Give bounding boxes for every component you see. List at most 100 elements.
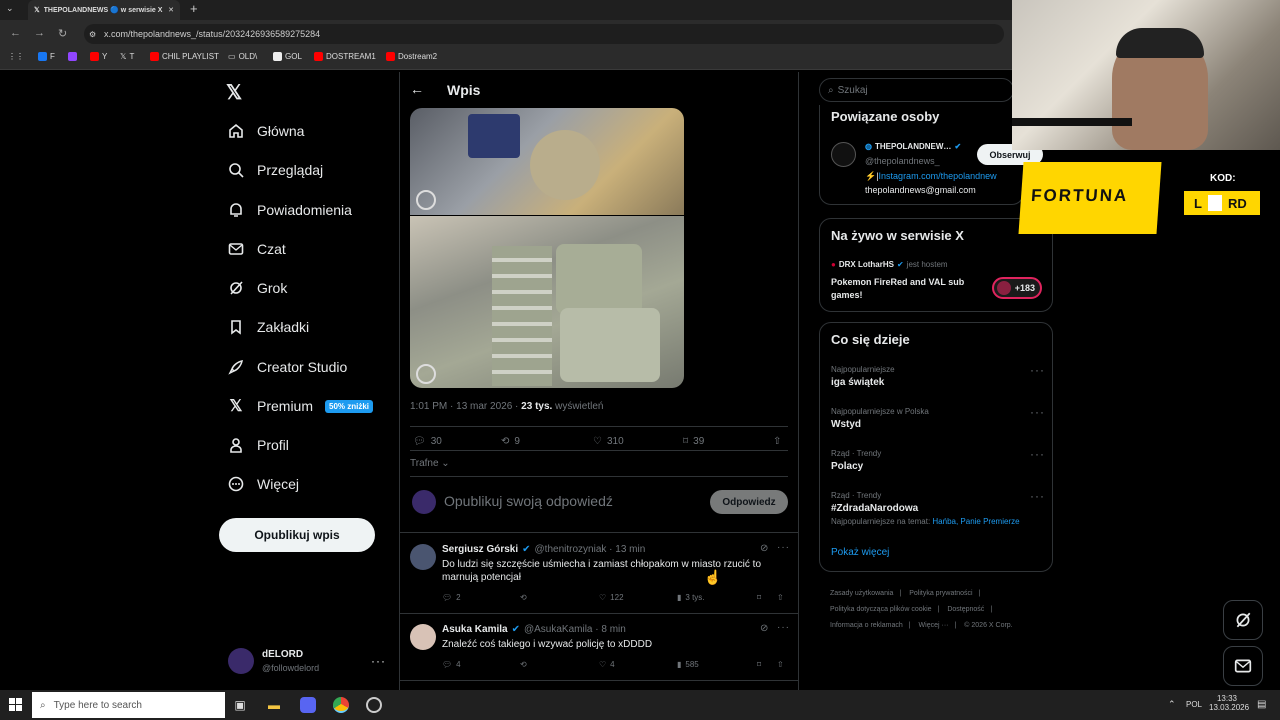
avatar[interactable]: [410, 544, 436, 570]
repost-button[interactable]: ⟲: [520, 593, 527, 602]
trend-item[interactable]: Rząd · Trendy #ZdradaNarodowa Najpopular…: [831, 491, 1051, 526]
post-media[interactable]: [410, 108, 684, 388]
live-host-row[interactable]: ● DRX LotharHS ✔ jest hostem: [831, 260, 948, 269]
bookmark-t[interactable]: 𝕏T: [120, 52, 134, 61]
more-icon[interactable]: ···: [1030, 405, 1045, 419]
close-icon[interactable]: ✕: [168, 6, 174, 14]
post-button[interactable]: Opublikuj wpis: [219, 518, 375, 552]
trend-item[interactable]: Najpopularniejsze iga świątek: [831, 365, 895, 388]
nav-home[interactable]: Główna: [227, 120, 304, 142]
trend-links[interactable]: Hańba, Panie Premierze: [932, 517, 1019, 526]
bookmark-button[interactable]: ⌑ 39: [683, 436, 704, 447]
bookmark-f[interactable]: F: [38, 52, 55, 61]
grok-icon[interactable]: ⊘: [760, 543, 768, 554]
reply-author[interactable]: Sergiusz Górski: [442, 544, 518, 555]
chrome-icon[interactable]: [333, 697, 349, 713]
views-button[interactable]: ▮ 585: [677, 660, 699, 669]
more-icon[interactable]: ···: [777, 622, 790, 633]
share-icon[interactable]: ⇧: [773, 436, 781, 447]
repost-button[interactable]: ⟲: [520, 660, 527, 669]
bookmark-icon[interactable]: ⌑: [757, 660, 761, 669]
live-listeners-badge[interactable]: +183: [992, 277, 1042, 299]
bookmark-dostream1[interactable]: DOSTREAM1: [314, 52, 376, 61]
like-button[interactable]: ♡ 4: [599, 660, 615, 669]
search-input[interactable]: ⌕ Szukaj: [819, 78, 1014, 102]
nav-bookmarks[interactable]: Zakładki: [227, 316, 309, 338]
back-icon[interactable]: ←: [10, 27, 21, 39]
more-icon[interactable]: ···: [777, 542, 790, 553]
account-name[interactable]: dELORD: [262, 649, 303, 660]
windows-start-icon[interactable]: [9, 698, 22, 711]
footer-link[interactable]: Informacja o reklamach: [830, 622, 903, 629]
x-logo-icon[interactable]: 𝕏: [226, 80, 242, 105]
tray-chevron-icon[interactable]: ⌃: [1168, 699, 1176, 710]
account-menu-icon[interactable]: ···: [371, 654, 386, 668]
nav-premium[interactable]: 𝕏 Premium 50% zniżki: [227, 395, 374, 417]
new-tab-icon[interactable]: +: [190, 1, 198, 16]
reply-reply-button[interactable]: 💬︎ 4: [442, 660, 461, 669]
like-button[interactable]: ♡ 310: [593, 436, 624, 447]
more-icon[interactable]: ···: [1030, 489, 1045, 503]
sort-dropdown[interactable]: Trafne ⌄: [410, 458, 450, 469]
bookmark-twitch[interactable]: [68, 52, 77, 61]
reply-button[interactable]: 💬︎ 30: [413, 436, 442, 447]
nav-notifications[interactable]: Powiadomienia: [227, 199, 352, 221]
views-button[interactable]: ▮ 3 tys.: [677, 593, 705, 602]
list-item[interactable]: Asuka Kamila ✔ @AsukaKamila · 8 min ⊘ ··…: [400, 614, 798, 680]
nav-more[interactable]: Więcej: [227, 473, 299, 495]
language-indicator[interactable]: POL: [1186, 700, 1202, 709]
back-arrow-icon[interactable]: ←: [410, 81, 424, 97]
reply-submit-button[interactable]: Odpowiedz: [710, 490, 788, 514]
grok-float-button[interactable]: [1223, 600, 1263, 640]
post-image-2[interactable]: [410, 216, 684, 388]
notifications-icon[interactable]: ▤: [1257, 699, 1266, 710]
task-view-icon[interactable]: ▣: [232, 697, 248, 713]
bookmark-old[interactable]: ▭ OLD\: [228, 52, 257, 61]
nav-profile[interactable]: Profil: [227, 434, 289, 456]
forward-icon[interactable]: →: [34, 27, 45, 39]
more-icon[interactable]: ···: [1030, 363, 1045, 377]
tab-list-icon[interactable]: ⌄: [6, 3, 14, 14]
repost-button[interactable]: ⟲ 9: [501, 436, 520, 447]
like-button[interactable]: ♡ 122: [599, 593, 624, 602]
reply-author[interactable]: Asuka Kamila: [442, 624, 508, 635]
post-image-1[interactable]: [410, 108, 684, 215]
apps-icon[interactable]: ⋮⋮: [8, 52, 24, 61]
bookmark-y[interactable]: Y: [90, 52, 107, 61]
app-icon[interactable]: [366, 697, 382, 713]
trend-item[interactable]: Najpopularniejsze w Polska Wstyd: [831, 407, 929, 430]
bookmark-icon[interactable]: ⌑: [757, 593, 761, 602]
nav-chat[interactable]: Czat: [227, 238, 286, 260]
browser-tab[interactable]: 𝕏 THEPOLANDNEWS 🔵 w serwisie X ✕: [28, 0, 180, 20]
list-item[interactable]: Sergiusz Górski ✔ @thenitrozyniak · 13 m…: [400, 533, 798, 613]
nav-creator-studio[interactable]: Creator Studio: [227, 356, 347, 378]
footer-link[interactable]: Polityka dotycząca plików cookie: [830, 606, 932, 613]
reply-input[interactable]: Opublikuj swoją odpowiedź: [444, 493, 613, 509]
reload-icon[interactable]: ↻: [58, 27, 67, 40]
taskbar-search-input[interactable]: ⌕ Type here to search: [32, 692, 225, 718]
discord-icon[interactable]: [300, 697, 316, 713]
footer-link[interactable]: Polityka prywatności: [909, 590, 972, 597]
footer-link[interactable]: Zasady użytkowania: [830, 590, 893, 597]
clock[interactable]: 13:33 13.03.2026: [1209, 694, 1249, 712]
url-input[interactable]: ⚙ x.com/thepolandnews_/status/2032426936…: [84, 24, 1004, 44]
bookmark-chil-playlist[interactable]: CHIL PLAYLIST: [150, 52, 219, 61]
footer-link[interactable]: Dostępność: [947, 606, 984, 613]
share-icon[interactable]: ⇧: [777, 660, 784, 669]
share-icon[interactable]: ⇧: [777, 593, 784, 602]
grok-icon[interactable]: ⊘: [760, 623, 768, 634]
reply-reply-button[interactable]: 💬︎ 2: [442, 593, 461, 602]
avatar[interactable]: [831, 142, 856, 167]
trend-item[interactable]: Rząd · Trendy Polacy: [831, 449, 881, 472]
site-info-icon[interactable]: ⚙: [89, 30, 96, 39]
bookmark-gol[interactable]: GOL: [273, 52, 302, 61]
footer-link[interactable]: Więcej ···: [919, 622, 949, 629]
avatar[interactable]: [228, 648, 254, 674]
more-icon[interactable]: ···: [1030, 447, 1045, 461]
related-link[interactable]: ⚡|Instagram.com/thepolandnew: [865, 171, 1023, 182]
file-explorer-icon[interactable]: ▬: [266, 697, 282, 713]
related-name-row[interactable]: ◍ THEPOLANDNEW… ✔: [865, 142, 961, 151]
show-more-link[interactable]: Pokaż więcej: [831, 547, 889, 558]
bookmark-dostream2[interactable]: Dostream2: [386, 52, 437, 61]
nav-grok[interactable]: Grok: [227, 277, 287, 299]
